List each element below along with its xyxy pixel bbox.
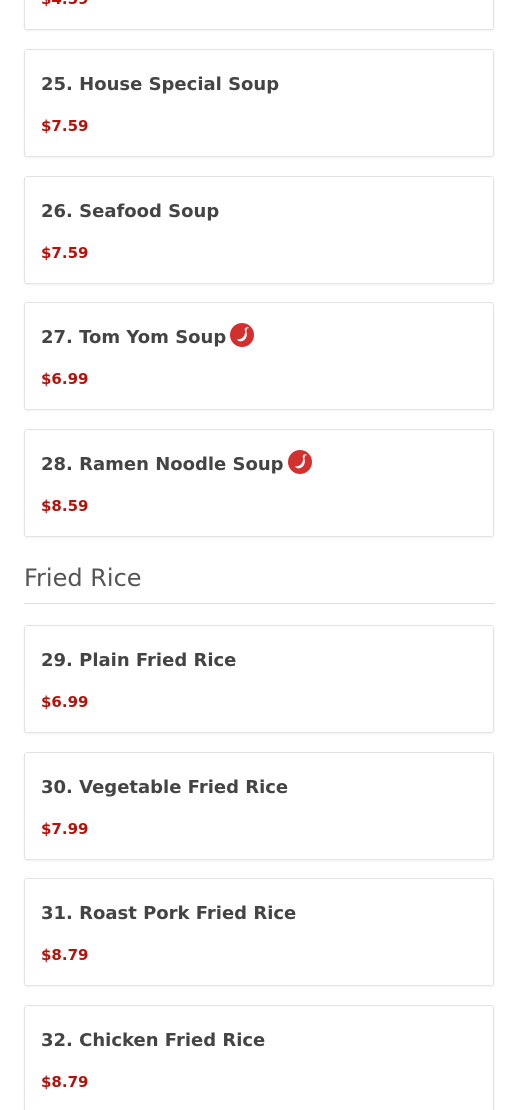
menu-item-name: 29. Plain Fried Rice <box>41 650 236 671</box>
menu-item-name: 32. Chicken Fried Rice <box>41 1030 265 1051</box>
menu-item-name: 27. Tom Yom Soup <box>41 322 255 348</box>
menu-item-price: $8.79 <box>41 1073 89 1091</box>
menu-item-card-25[interactable]: 25. House Special Soup $7.59 <box>24 49 494 157</box>
menu-item-price: $7.59 <box>41 117 89 135</box>
menu-item-price: $8.59 <box>41 497 89 515</box>
menu-item-name: 31. Roast Pork Fried Rice <box>41 903 296 924</box>
menu-item-card-32[interactable]: 32. Chicken Fried Rice $8.79 <box>24 1005 494 1110</box>
menu-item-name: 30. Vegetable Fried Rice <box>41 777 288 798</box>
menu-item-card-24[interactable]: $4.59 <box>24 0 494 30</box>
menu-page: $4.59 25. House Special Soup $7.59 26. S… <box>0 0 525 1110</box>
menu-item-card-27[interactable]: 27. Tom Yom Soup $6.99 <box>24 302 494 410</box>
chili-pepper-icon <box>230 322 255 347</box>
menu-item-name-text: 31. Roast Pork Fried Rice <box>41 903 297 924</box>
menu-item-name-text: 26. Seafood Soup <box>41 201 220 222</box>
menu-item-card-31[interactable]: 31. Roast Pork Fried Rice $8.79 <box>24 878 494 986</box>
menu-item-name: 26. Seafood Soup <box>41 201 219 222</box>
menu-item-price: $7.59 <box>41 244 89 262</box>
menu-item-card-28[interactable]: 28. Ramen Noodle Soup $8.59 <box>24 429 494 537</box>
menu-item-name: 25. House Special Soup <box>41 74 279 95</box>
menu-item-name-text: 29. Plain Fried Rice <box>41 650 237 671</box>
menu-item-card-26[interactable]: 26. Seafood Soup $7.59 <box>24 176 494 284</box>
menu-item-name-text: 28. Ramen Noodle Soup <box>41 454 284 475</box>
menu-item-card-29[interactable]: 29. Plain Fried Rice $6.99 <box>24 625 494 733</box>
menu-item-name-text: 25. House Special Soup <box>41 74 280 95</box>
menu-item-name: 28. Ramen Noodle Soup <box>41 449 312 475</box>
menu-item-price: $6.99 <box>41 370 89 388</box>
menu-item-price: $7.99 <box>41 820 89 838</box>
section-divider <box>24 603 495 604</box>
menu-item-price: $4.59 <box>41 0 88 8</box>
section-title-fried-rice: Fried Rice <box>24 564 142 592</box>
menu-item-card-30[interactable]: 30. Vegetable Fried Rice $7.99 <box>24 752 494 860</box>
menu-item-name-text: 27. Tom Yom Soup <box>41 327 227 348</box>
menu-item-price: $8.79 <box>41 946 89 964</box>
menu-item-price: $6.99 <box>41 693 89 711</box>
menu-item-name-text: 32. Chicken Fried Rice <box>41 1030 266 1051</box>
menu-item-name-text: 30. Vegetable Fried Rice <box>41 777 289 798</box>
chili-pepper-icon <box>287 449 312 474</box>
